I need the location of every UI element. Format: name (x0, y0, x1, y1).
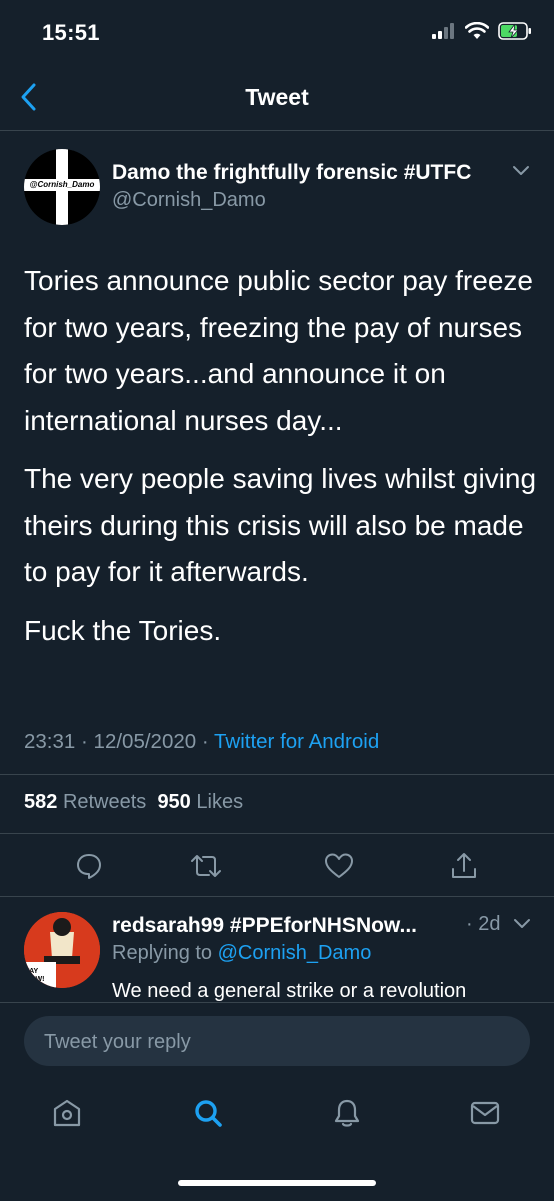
messages-icon (470, 1101, 500, 1125)
like-icon (325, 853, 353, 878)
tab-search[interactable] (191, 1096, 225, 1130)
tab-messages[interactable] (468, 1096, 502, 1130)
replying-to: Replying to @Cornish_Damo (112, 942, 371, 965)
avatar-text: PAY NOW! (25, 968, 45, 983)
status-time: 15:51 (42, 20, 100, 45)
reply-button[interactable] (71, 848, 107, 884)
tweet-actions (0, 848, 554, 884)
notifications-icon (334, 1099, 360, 1127)
reply-input[interactable] (42, 1016, 516, 1068)
tweet-paragraph: The very people saving lives whilst givi… (24, 463, 537, 587)
battery-charging-icon (498, 22, 531, 40)
replying-prefix: Replying to (112, 942, 213, 964)
tab-notifications[interactable] (330, 1096, 364, 1130)
reply-time: · 2d (466, 913, 501, 935)
meta-separator: · (201, 730, 209, 753)
reply-composer[interactable] (24, 1016, 530, 1068)
signal-icon (432, 23, 454, 39)
chevron-down-icon[interactable] (512, 917, 532, 931)
tab-home[interactable] (50, 1096, 84, 1130)
replying-handle-link[interactable]: @Cornish_Damo (218, 942, 372, 964)
reply-icon (77, 854, 101, 879)
reply-display-name[interactable]: redsarah99 #PPEforNHSNow... (112, 914, 417, 938)
divider (0, 833, 554, 834)
author-handle[interactable]: @Cornish_Damo (112, 189, 266, 212)
tweet-date: 12/05/2020 (93, 730, 197, 753)
tweet-paragraph: Fuck the Tories. (24, 614, 222, 646)
retweet-button[interactable] (188, 848, 224, 884)
divider (0, 774, 554, 775)
reply-text: We need a general strike or a revolution (112, 980, 467, 1002)
chevron-down-icon[interactable] (511, 164, 531, 178)
search-icon (195, 1100, 222, 1127)
likes-label[interactable]: Likes (196, 791, 243, 813)
author-display-name[interactable]: Damo the frightfully forensic #UTFC (112, 161, 471, 185)
home-icon (53, 1099, 81, 1127)
tweet-stats: 582 Retweets 950 Likes (24, 791, 243, 814)
tweet-paragraph: Tories announce public sector pay freeze… (24, 265, 533, 436)
tweet-time: 23:31 (24, 730, 76, 753)
reply-avatar[interactable]: PAY NOW! (24, 912, 100, 988)
share-button[interactable] (446, 848, 482, 884)
tweet-meta: 23:31 · 12/05/2020 · Twitter for Android (24, 730, 379, 754)
page-title: Tweet (245, 84, 309, 110)
likes-count[interactable]: 950 (157, 791, 190, 813)
meta-separator: · (81, 730, 88, 753)
retweets-count[interactable]: 582 (24, 791, 57, 813)
tweet-text: Tories announce public sector pay freeze… (24, 258, 539, 666)
tweet-source-link[interactable]: Twitter for Android (214, 730, 379, 753)
status-icons (432, 22, 532, 40)
retweet-icon (191, 855, 221, 877)
like-button[interactable] (321, 848, 357, 884)
home-indicator[interactable] (178, 1180, 376, 1186)
divider (0, 896, 554, 897)
author-avatar[interactable]: @Cornish_Damo (24, 149, 100, 225)
wifi-icon (465, 22, 489, 39)
avatar-text: @Cornish_Damo (29, 180, 95, 189)
share-icon (452, 853, 476, 878)
retweets-label[interactable]: Retweets (63, 791, 146, 813)
